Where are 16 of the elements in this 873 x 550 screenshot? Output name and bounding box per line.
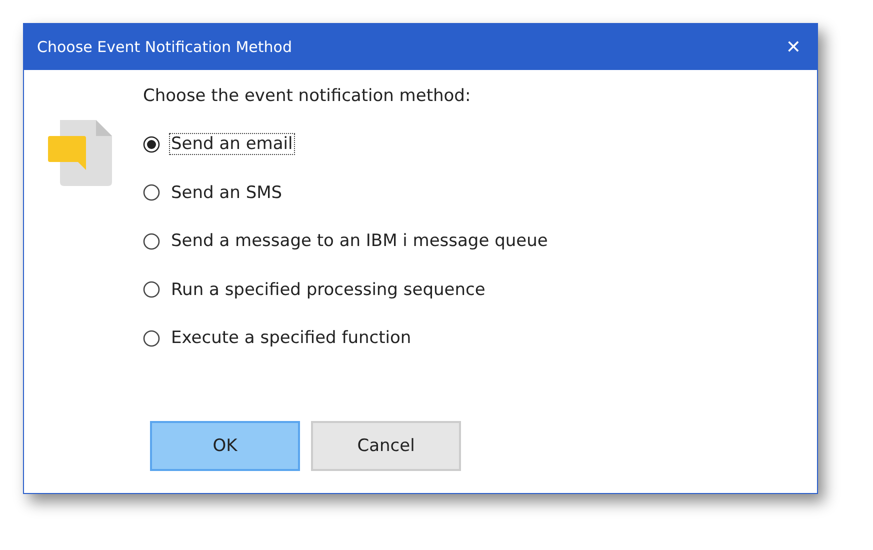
radio-button[interactable]	[143, 136, 160, 153]
radio-button[interactable]	[143, 281, 160, 298]
window-title: Choose Event Notification Method	[37, 38, 292, 56]
radio-option[interactable]: Send an SMS	[143, 168, 550, 217]
prompt-text: Choose the event notification method:	[143, 86, 472, 108]
cancel-button[interactable]: Cancel	[311, 420, 461, 470]
radio-option[interactable]: Send a message to an IBM i message queue	[143, 217, 550, 266]
radio-button[interactable]	[143, 232, 160, 250]
ok-button[interactable]: OK	[150, 420, 300, 470]
radio-option[interactable]: Run a specified processing sequence	[143, 266, 550, 314]
radio-button[interactable]	[143, 330, 160, 347]
radio-button[interactable]	[143, 184, 160, 202]
radio-option[interactable]: Execute a specified function	[143, 314, 550, 362]
message-document-icon	[48, 120, 114, 186]
radio-option[interactable]: Send an email	[143, 120, 550, 168]
close-button[interactable]: ✕	[782, 34, 805, 60]
